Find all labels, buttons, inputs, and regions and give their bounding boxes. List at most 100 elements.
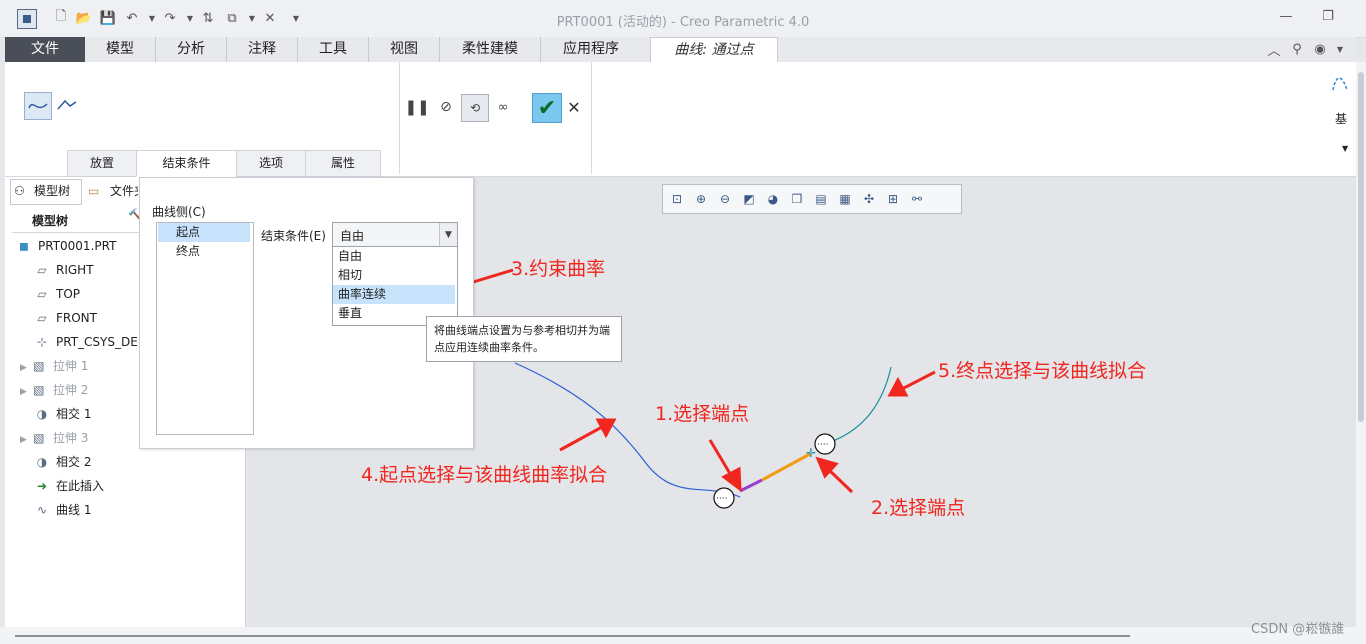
tree-item-top[interactable]: ▱ TOP [34,284,80,304]
ok-check-icon[interactable]: ✔ [532,93,562,123]
expand-arrow-icon[interactable]: ▶ [20,387,27,397]
vertical-scrollbar[interactable] [1356,62,1366,627]
horizontal-scrollbar-thumb[interactable] [15,635,1130,637]
tree-item-csys[interactable]: ⊹ PRT_CSYS_DEF [34,332,138,352]
open-icon[interactable]: 📂 [76,10,92,26]
arrow-4-head [595,418,617,439]
tree-item-intersect-2[interactable]: ◑ 相交 2 [34,452,92,472]
subtab-options[interactable]: 选项 [236,150,306,177]
reference-curve-teal[interactable] [820,366,892,446]
annotation-arrows [442,268,936,494]
no-preview-icon[interactable]: ⊘ [436,97,456,117]
arrow-4 [559,425,603,452]
watermark: CSDN @崧镞誰 [1251,622,1345,637]
tab-flexible-modeling[interactable]: 柔性建模 [439,37,540,62]
restore-icon[interactable]: ❐ [1320,8,1336,24]
new-icon[interactable]: 🗋 [53,9,69,26]
tree-item-extrude-3[interactable]: ▶ ▧ 拉伸 3 [20,428,88,448]
tab-applications[interactable]: 应用程序 [540,37,641,62]
arrow-1-head [721,466,742,493]
close-window-icon[interactable]: ✕ [262,10,278,26]
pause-icon[interactable]: ❚❚ [404,97,429,117]
annotation-2: 2.选择端点 [871,497,966,519]
curve-side-start[interactable]: 起点 [158,223,250,242]
tree-item-front[interactable]: ▱ FRONT [34,308,97,328]
curve-side-end[interactable]: 终点 [158,242,250,261]
arrow-5 [901,370,936,391]
customize-qat-icon[interactable]: ▼ [288,10,304,26]
tab-file[interactable]: 文件 [5,37,85,62]
tree-item-curve-1[interactable]: ∿ 曲线 1 [34,500,91,520]
help-icon[interactable]: ◉ [1312,41,1328,57]
option-free[interactable]: 自由 [333,247,455,266]
tab-analysis[interactable]: 分析 [155,37,226,62]
undo-dropdown-icon[interactable]: ▼ [144,10,160,26]
status-bar [0,627,1366,644]
polyline-icon [57,99,77,110]
scrollbar-thumb[interactable] [1358,72,1364,422]
new-curve-segment-purple[interactable] [739,478,763,493]
datum-label: 基 [1335,112,1348,126]
cancel-x-icon[interactable]: ✕ [565,97,583,117]
model-tree-header: 模型树 [32,214,69,228]
ribbon-divider [399,62,400,174]
tree-item-intersect-1[interactable]: ◑ 相交 1 [34,404,92,424]
verify-icon[interactable]: ∞ [492,97,514,117]
subtab-properties[interactable]: 属性 [305,150,381,177]
intersect-icon: ◑ [36,407,48,421]
regenerate-icon[interactable]: ⇅ [200,10,216,26]
expand-arrow-icon[interactable]: ▶ [20,363,27,373]
datum-dropdown-icon[interactable]: ▼ [1342,144,1348,153]
arrow-1 [708,439,734,478]
app-icon[interactable] [17,9,37,29]
option-tangent[interactable]: 相切 [333,266,455,285]
windows-dropdown-icon[interactable]: ▼ [244,10,260,26]
model-tree-tab-icon: ⚇ [14,184,25,198]
polyline-curve-button[interactable] [54,92,80,118]
collapse-ribbon-icon[interactable]: ︿ [1266,41,1282,59]
annotation-1: 1.选择端点 [655,403,750,425]
subtab-end-conditions[interactable]: 结束条件 [136,150,237,177]
start-point-dots: ···· [716,494,727,504]
annotation-4: 4.起点选择与该曲线曲率拟合 [361,464,608,486]
insert-arrow-icon: ➜ [36,479,48,493]
tab-tools[interactable]: 工具 [297,37,368,62]
tab-view[interactable]: 视图 [368,37,439,62]
tree-item-right[interactable]: ▱ RIGHT [34,260,93,280]
curve-icon: ∿ [36,503,48,517]
redo-dropdown-icon[interactable]: ▼ [182,10,198,26]
undo-icon[interactable]: ↶ [124,10,140,26]
datum-icon[interactable] [1330,72,1350,92]
tree-item-extrude-2[interactable]: ▶ ▧ 拉伸 2 [20,380,88,400]
new-curve-segment-orange[interactable] [761,452,811,482]
curve-endpoint-marker[interactable]: ✛ [806,446,816,460]
option-curvature-continuous[interactable]: 曲率连续 [333,285,455,304]
tree-item-insert-here[interactable]: ➜ 在此插入 [34,476,104,496]
windows-icon[interactable]: ⧉ [224,10,240,26]
tree-item-part[interactable]: ◼ PRT0001.PRT [16,236,116,256]
annotation-3: 3.约束曲率 [511,258,606,280]
expand-arrow-icon[interactable]: ▶ [20,435,27,445]
tab-annotate[interactable]: 注释 [226,37,297,62]
save-icon[interactable]: 💾 [100,10,116,26]
part-icon: ◼ [19,239,29,253]
subtab-placement[interactable]: 放置 [67,150,137,177]
preview-icon[interactable]: ⟲ [461,94,489,122]
search-icon[interactable]: ⚲ [1289,41,1305,57]
spline-icon [28,103,48,109]
tree-item-extrude-1[interactable]: ▶ ▧ 拉伸 1 [20,356,88,376]
end-condition-select[interactable]: 自由 ▼ [332,222,458,247]
redo-icon[interactable]: ↷ [162,10,178,26]
datum-plane-icon: ▱ [37,263,47,277]
intersect-icon: ◑ [36,455,48,469]
help-dropdown-icon[interactable]: ▼ [1332,41,1348,57]
datum-plane-icon: ▱ [37,287,47,301]
datum-plane-icon: ▱ [37,311,47,325]
tab-curve-through-points[interactable]: 曲线: 通过点 [650,37,778,63]
end-condition-label: 结束条件(E) [261,229,326,243]
minimize-icon[interactable]: — [1278,8,1294,24]
tab-model[interactable]: 模型 [85,37,155,62]
tab-folder-browser[interactable]: 文件夹 [110,179,138,203]
chevron-down-icon[interactable]: ▼ [439,223,457,246]
spline-curve-button[interactable] [24,92,52,120]
